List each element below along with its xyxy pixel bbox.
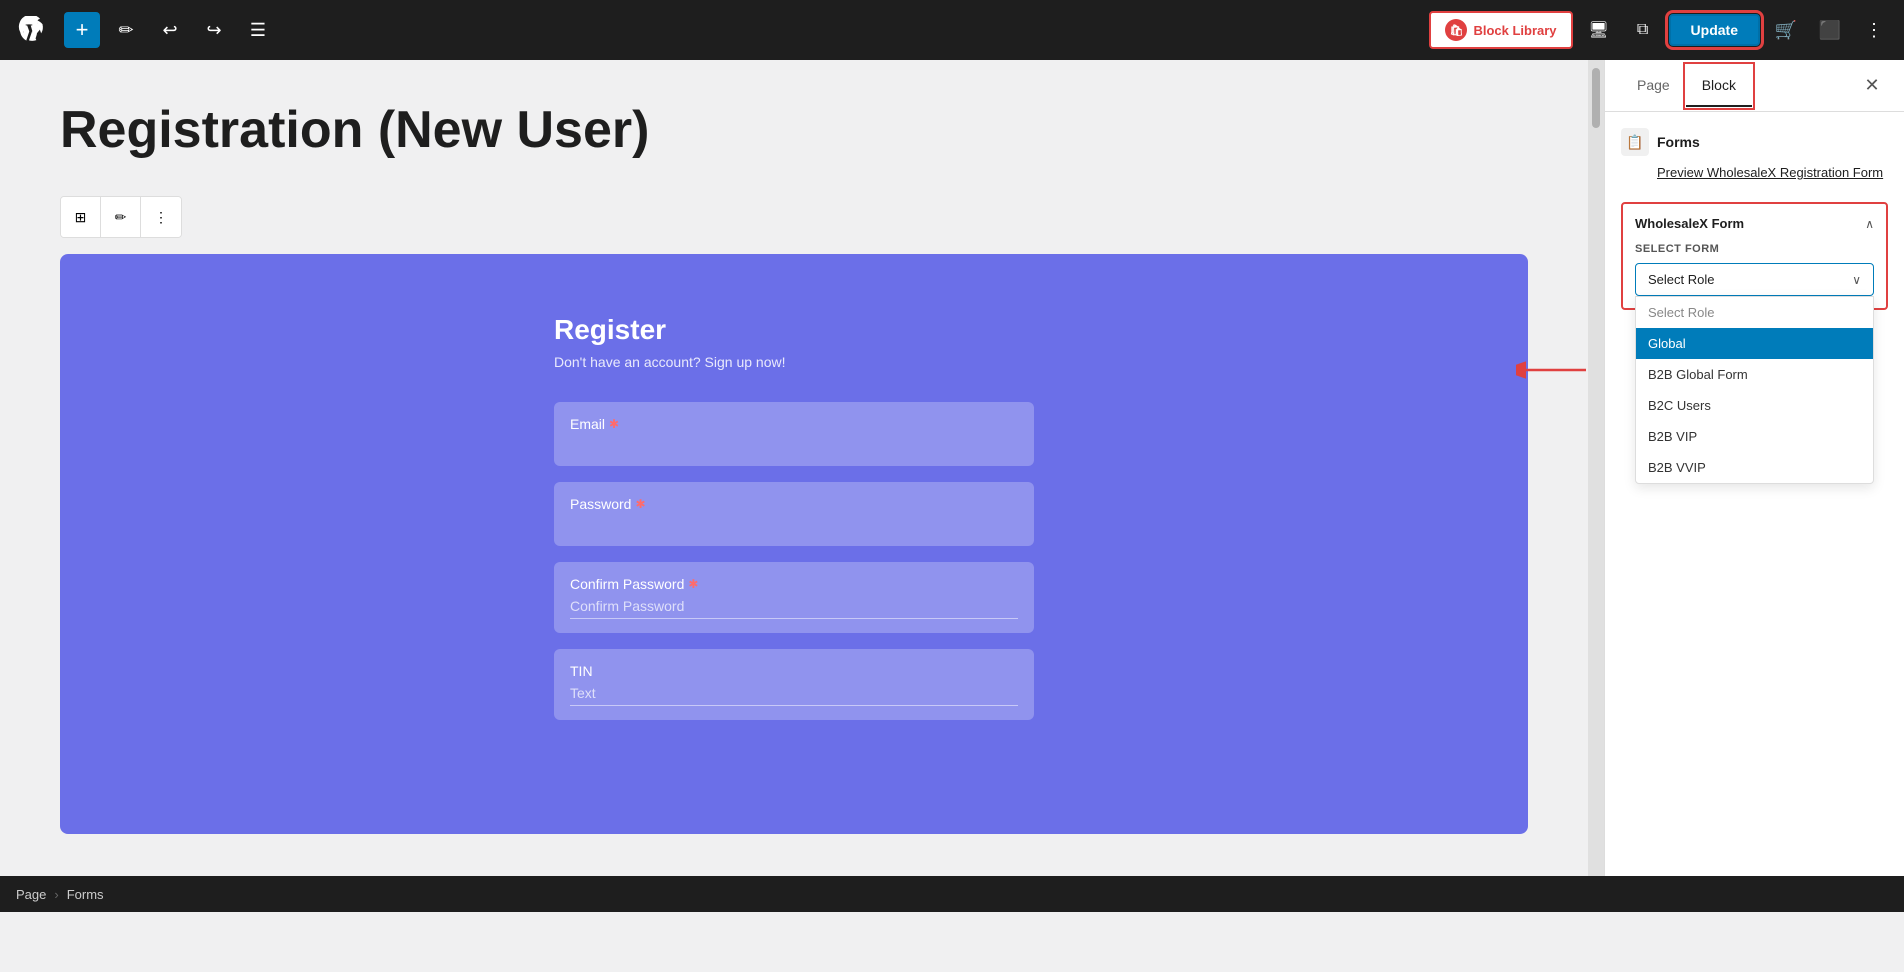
edit-mode-button[interactable]: ✏: [108, 12, 144, 48]
more-icon: ⋮: [154, 209, 168, 226]
editor-area: Registration (New User) ⊞ ✏ ⋮ Register D…: [0, 60, 1588, 912]
editor-scrollbar[interactable]: [1588, 60, 1604, 912]
form-subtitle: Don't have an account? Sign up now!: [554, 354, 1034, 370]
sidebar-toggle-button[interactable]: ⬛: [1812, 12, 1848, 48]
sidebar-content: 📋 Forms Preview WholesaleX Registration …: [1605, 112, 1904, 912]
breadcrumb: Page › Forms: [0, 876, 1904, 912]
block-library-icon: 🛍: [1445, 19, 1467, 41]
confirm-required: ✱: [688, 577, 698, 591]
sidebar-header: Page Block ✕: [1605, 60, 1904, 112]
undo-button[interactable]: ↩: [152, 12, 188, 48]
desktop-icon: 🖥: [1588, 20, 1608, 40]
email-required: ✱: [609, 417, 619, 431]
confirm-password-label: Confirm Password ✱: [570, 576, 1018, 592]
top-toolbar: + ✏ ↩ ↪ ☰ 🛍 Block Library 🖥 ⧉ Update 🛒 ⬛…: [0, 0, 1904, 60]
tab-page[interactable]: Page: [1621, 65, 1686, 107]
forms-icon: 📋: [1621, 128, 1649, 156]
sidebar-toggle-icon: ⬛: [1819, 20, 1841, 41]
wholesalex-form-section: WholesaleX Form ∧ SELECT FORM Select Rol…: [1621, 202, 1888, 310]
close-icon: ✕: [1864, 75, 1879, 96]
block-more-button[interactable]: ⋮: [141, 197, 181, 237]
dropdown-item-global[interactable]: Global: [1636, 328, 1873, 359]
scroll-thumb[interactable]: [1592, 68, 1600, 128]
select-chevron-icon: ∨: [1852, 273, 1861, 287]
more-options-icon: ⋮: [1865, 20, 1883, 41]
list-view-icon: ☰: [250, 20, 266, 41]
forms-header: 📋 Forms: [1621, 128, 1888, 156]
main-layout: Registration (New User) ⊞ ✏ ⋮ Register D…: [0, 60, 1904, 912]
select-role-value: Select Role: [1648, 272, 1714, 287]
cart-icon: 🛒: [1775, 20, 1797, 41]
chevron-up-icon[interactable]: ∧: [1865, 217, 1874, 231]
page-title: Registration (New User): [60, 100, 1528, 160]
tin-field[interactable]: TIN Text: [554, 649, 1034, 720]
select-role-wrapper: Select Role ∨ Select Role Global B2B Glo…: [1635, 263, 1874, 296]
external-link-icon: ⧉: [1637, 21, 1648, 39]
block-library-label: Block Library: [1473, 23, 1556, 38]
email-field[interactable]: Email ✱: [554, 402, 1034, 466]
right-sidebar: Page Block ✕ 📋 Forms Preview WholesaleX …: [1604, 60, 1904, 912]
wp-logo[interactable]: [12, 10, 52, 50]
close-sidebar-button[interactable]: ✕: [1856, 70, 1888, 102]
wholesalex-title: WholesaleX Form: [1635, 216, 1744, 231]
redo-button[interactable]: ↪: [196, 12, 232, 48]
desktop-view-button[interactable]: 🖥: [1581, 12, 1617, 48]
forms-title: Forms: [1657, 134, 1700, 150]
forms-preview-link[interactable]: Preview WholesaleX Registration Form: [1657, 164, 1888, 182]
registration-form-block: Register Don't have an account? Sign up …: [60, 254, 1528, 834]
external-link-button[interactable]: ⧉: [1625, 12, 1661, 48]
breadcrumb-forms: Forms: [67, 887, 104, 902]
dropdown-item-b2b-vvip[interactable]: B2B VVIP: [1636, 452, 1873, 483]
more-options-button[interactable]: ⋮: [1856, 12, 1892, 48]
block-edit-button[interactable]: ✏: [101, 197, 141, 237]
tin-placeholder: Text: [570, 685, 1018, 706]
form-container: Register Don't have an account? Sign up …: [554, 314, 1034, 720]
tin-label: TIN: [570, 663, 1018, 679]
block-grid-button[interactable]: ⊞: [61, 197, 101, 237]
undo-icon: ↩: [162, 20, 177, 41]
page-title-area: Registration (New User): [0, 60, 1588, 196]
tab-block[interactable]: Block: [1686, 65, 1752, 107]
select-form-label: SELECT FORM: [1635, 243, 1874, 255]
block-toolbar: ⊞ ✏ ⋮: [60, 196, 182, 238]
dropdown-item-b2c-users[interactable]: B2C Users: [1636, 390, 1873, 421]
breadcrumb-separator: ›: [54, 887, 58, 902]
breadcrumb-page[interactable]: Page: [16, 887, 46, 902]
block-library-button[interactable]: 🛍 Block Library: [1429, 11, 1572, 49]
select-role-field[interactable]: Select Role ∨: [1635, 263, 1874, 296]
dropdown-item-b2b-vip[interactable]: B2B VIP: [1636, 421, 1873, 452]
dropdown-item-b2b-global[interactable]: B2B Global Form: [1636, 359, 1873, 390]
plugins-button[interactable]: 🛒: [1768, 12, 1804, 48]
form-title: Register: [554, 314, 1034, 346]
dropdown-item-select-role[interactable]: Select Role: [1636, 297, 1873, 328]
edit-icon: ✏: [115, 209, 127, 226]
confirm-password-placeholder: Confirm Password: [570, 598, 1018, 619]
update-button[interactable]: Update: [1669, 14, 1760, 46]
role-dropdown-menu: Select Role Global B2B Global Form B2C U…: [1635, 296, 1874, 484]
email-label: Email ✱: [570, 416, 1018, 432]
password-required: ✱: [635, 497, 645, 511]
add-block-button[interactable]: +: [64, 12, 100, 48]
password-field[interactable]: Password ✱: [554, 482, 1034, 546]
redo-icon: ↪: [206, 20, 221, 41]
list-view-button[interactable]: ☰: [240, 12, 276, 48]
grid-icon: ⊞: [75, 209, 87, 226]
password-label: Password ✱: [570, 496, 1018, 512]
pencil-icon: ✏: [118, 20, 133, 41]
wholesalex-header: WholesaleX Form ∧: [1635, 216, 1874, 231]
confirm-password-field[interactable]: Confirm Password ✱ Confirm Password: [554, 562, 1034, 633]
